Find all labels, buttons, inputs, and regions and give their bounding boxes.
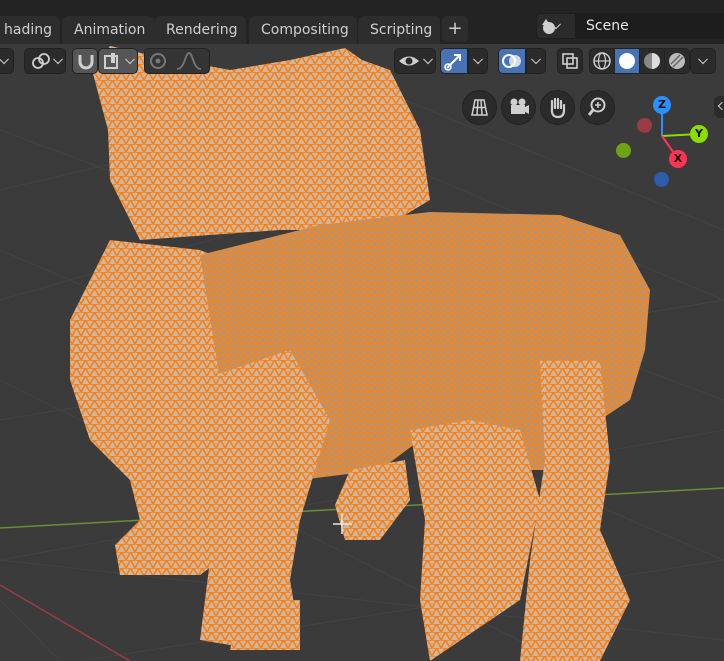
gizmo-arrows-icon: [444, 54, 461, 71]
chevron-down-icon: [123, 49, 137, 73]
snap-target-dropdown[interactable]: [98, 48, 138, 74]
mode-dropdown[interactable]: [0, 48, 14, 74]
tab-rendering[interactable]: Rendering: [154, 16, 246, 44]
scene-browse-button[interactable]: [536, 13, 576, 39]
xray-toggle[interactable]: [557, 48, 583, 74]
scene-name-field[interactable]: Scene: [576, 13, 724, 39]
link-icon: [32, 53, 50, 69]
pan-view-button[interactable]: [540, 90, 575, 125]
snap-increment-icon: [104, 53, 118, 69]
solid-sphere-icon: [619, 53, 635, 69]
gizmo-x-axis[interactable]: X: [669, 150, 687, 168]
gizmo-toggle[interactable]: [440, 48, 468, 74]
add-workspace-button[interactable]: +: [442, 16, 468, 42]
chevron-down-icon: [421, 49, 435, 73]
shading-solid-button[interactable]: [614, 48, 640, 74]
tab-animation[interactable]: Animation: [62, 16, 154, 44]
tab-shading[interactable]: hading: [0, 16, 60, 44]
wireframe-sphere-icon: [593, 52, 611, 70]
tab-scripting[interactable]: Scripting: [358, 16, 440, 44]
transform-pivot-button[interactable]: [24, 48, 66, 74]
rendered-sphere-icon: [669, 53, 685, 69]
gizmo-neg-z[interactable]: [654, 172, 669, 187]
shading-rendered-button[interactable]: [664, 48, 690, 74]
scene-icon: [542, 19, 555, 34]
overlays-dropdown[interactable]: [526, 48, 546, 74]
gizmo-dropdown[interactable]: [468, 48, 488, 74]
falloff-curve-icon: [176, 52, 202, 70]
xray-icon: [562, 53, 578, 69]
tab-compositing[interactable]: Compositing: [249, 16, 357, 44]
camera-view-button[interactable]: [501, 90, 536, 125]
shading-wireframe-button[interactable]: [589, 48, 615, 74]
shading-options-dropdown[interactable]: [690, 48, 716, 74]
overlays-toggle[interactable]: [498, 48, 526, 74]
proportional-editing-icon: [150, 53, 166, 69]
toggle-perspective-button[interactable]: [462, 90, 497, 125]
sidebar-toggle[interactable]: [714, 96, 724, 118]
visibility-dropdown[interactable]: [394, 48, 436, 74]
gizmo-z-axis[interactable]: Z: [653, 96, 671, 114]
chevron-down-icon: [51, 49, 65, 73]
chevron-left-icon: [717, 101, 724, 111]
material-sphere-icon: [644, 53, 660, 69]
gizmo-neg-y[interactable]: [616, 143, 631, 158]
shading-material-button[interactable]: [639, 48, 665, 74]
gizmo-y-axis[interactable]: Y: [690, 125, 708, 143]
grid-perspective-icon: [471, 99, 488, 116]
snap-toggle[interactable]: [72, 48, 98, 74]
gizmo-neg-x[interactable]: [637, 118, 652, 133]
eye-icon: [399, 56, 419, 66]
overlays-icon: [502, 54, 521, 68]
camera-icon: [510, 98, 529, 114]
proportional-editing-button[interactable]: [144, 48, 210, 74]
hand-icon: [550, 97, 566, 119]
navigation-gizmo[interactable]: Z Y X: [610, 92, 710, 192]
magnet-icon: [78, 55, 94, 70]
